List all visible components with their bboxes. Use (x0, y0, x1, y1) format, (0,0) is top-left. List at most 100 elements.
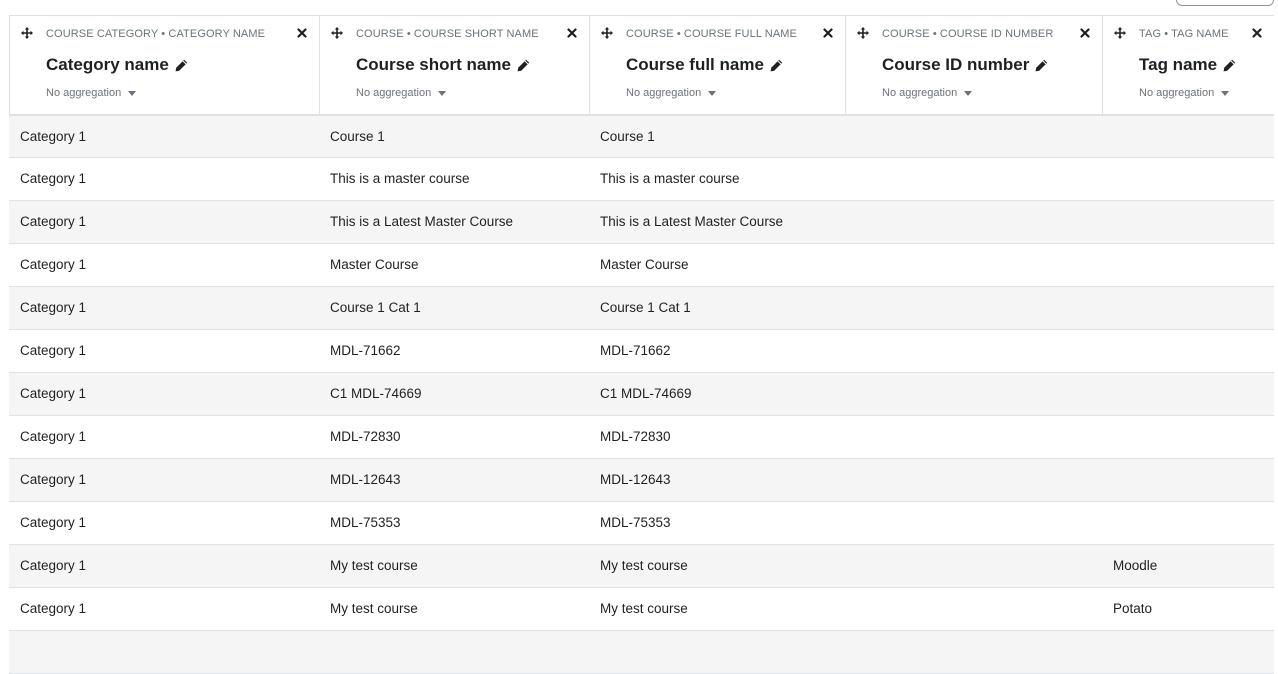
cell-course-full-name (589, 631, 845, 673)
column-header-tag-name: TAG • TAG NAME Tag name No aggregation (1102, 16, 1274, 114)
cell-category-name: Category 1 (20, 300, 87, 315)
top-right-button[interactable] (1176, 0, 1274, 6)
cell-course-short-name: C1 MDL-74669 (330, 386, 422, 401)
column-header-course-full-name: COURSE • COURSE FULL NAME Course full na… (589, 16, 845, 114)
cell-course-full-name: Course 1 Cat 1 (600, 300, 691, 315)
table-row: Category 1 Master Course Master Course (9, 244, 1274, 287)
cell-course-id-number (845, 459, 1102, 501)
cell-course-short-name: MDL-75353 (330, 515, 401, 530)
column-header-course-short-name: COURSE • COURSE SHORT NAME Course short … (319, 16, 589, 114)
column-source-label: COURSE • COURSE SHORT NAME (356, 28, 539, 40)
cell-course-id-number (845, 158, 1102, 200)
column-title-text: Course full name (626, 55, 764, 74)
table-row: Category 1 Course 1 Course 1 (9, 115, 1274, 158)
cell-tag-name (1102, 502, 1274, 544)
cell-course-id-number (845, 244, 1102, 286)
cell-category-name: Category 1 (20, 515, 87, 530)
cell-tag-name: Moodle (1113, 558, 1158, 573)
cell-course-short-name: This is a master course (330, 171, 470, 186)
close-icon[interactable] (1080, 28, 1090, 38)
aggregation-dropdown[interactable]: No aggregation (46, 87, 137, 99)
column-header-category-name: COURSE CATEGORY • CATEGORY NAME Category… (9, 16, 319, 114)
cell-tag-name (1102, 373, 1274, 415)
table-row: Category 1 This is a Latest Master Course… (9, 201, 1274, 244)
table-row: Category 1 My test course My test course Mo… (9, 545, 1274, 588)
cell-course-full-name: MDL-71662 (600, 343, 671, 358)
close-icon[interactable] (297, 28, 307, 38)
cell-tag-name (1102, 201, 1274, 243)
cell-tag-name (1102, 631, 1274, 673)
cell-course-short-name (319, 631, 589, 673)
column-title: Category name (46, 55, 188, 75)
cell-course-id-number (845, 588, 1102, 630)
column-header-course-id-number: COURSE • COURSE ID NUMBER Course ID numb… (845, 16, 1102, 114)
cell-course-id-number (845, 116, 1102, 157)
cell-course-short-name: Master Course (330, 257, 419, 272)
aggregation-dropdown[interactable]: No aggregation (882, 87, 973, 99)
cell-course-id-number (845, 545, 1102, 587)
cell-category-name: Category 1 (20, 171, 87, 186)
move-icon[interactable] (331, 27, 343, 39)
close-icon[interactable] (823, 28, 833, 38)
pencil-icon[interactable] (517, 59, 530, 72)
aggregation-label: No aggregation (1139, 87, 1215, 99)
column-source-label: COURSE CATEGORY • CATEGORY NAME (46, 28, 266, 40)
cell-course-full-name: This is a Latest Master Course (600, 214, 784, 229)
column-source-label: TAG • TAG NAME (1139, 28, 1229, 40)
cell-tag-name (1102, 158, 1274, 200)
pencil-icon[interactable] (175, 59, 188, 72)
cell-category-name: Category 1 (20, 558, 87, 573)
cell-course-id-number (845, 416, 1102, 458)
cell-tag-name (1102, 416, 1274, 458)
cell-category-name: Category 1 (20, 601, 87, 616)
cell-course-short-name: This is a Latest Master Course (330, 214, 514, 229)
caret-down-icon (708, 90, 717, 96)
cell-course-id-number (845, 502, 1102, 544)
cell-category-name: Category 1 (20, 257, 87, 272)
column-title-text: Course ID number (882, 55, 1030, 74)
pencil-icon[interactable] (1223, 59, 1236, 72)
cell-course-short-name: Course 1 (330, 129, 385, 144)
caret-down-icon (438, 90, 447, 96)
cell-course-short-name: My test course (330, 601, 418, 616)
cell-course-full-name: MDL-72830 (600, 429, 671, 444)
report-table: COURSE CATEGORY • CATEGORY NAME Category… (9, 15, 1274, 674)
cell-tag-name (1102, 116, 1274, 157)
table-row: Category 1 Course 1 Cat 1 Course 1 Cat 1 (9, 287, 1274, 330)
cell-course-full-name: My test course (600, 558, 688, 573)
cell-course-id-number (845, 373, 1102, 415)
cell-course-short-name: My test course (330, 558, 418, 573)
table-row: Category 1 C1 MDL-74669 C1 MDL-74669 (9, 373, 1274, 416)
column-title: Course short name (356, 55, 530, 75)
close-icon[interactable] (567, 28, 577, 38)
close-icon[interactable] (1252, 28, 1262, 38)
move-icon[interactable] (601, 27, 613, 39)
cell-course-short-name: Course 1 Cat 1 (330, 300, 421, 315)
aggregation-label: No aggregation (356, 87, 432, 99)
cell-course-id-number (845, 330, 1102, 372)
cell-course-full-name: This is a master course (600, 171, 740, 186)
pencil-icon[interactable] (770, 59, 783, 72)
cell-course-id-number (845, 201, 1102, 243)
column-title-text: Category name (46, 55, 169, 74)
aggregation-dropdown[interactable]: No aggregation (356, 87, 447, 99)
move-icon[interactable] (857, 27, 869, 39)
cell-category-name: Category 1 (20, 429, 87, 444)
table-body: Category 1 Course 1 Course 1 Category 1 This… (9, 115, 1274, 674)
cell-course-id-number (845, 631, 1102, 673)
cell-course-full-name: Master Course (600, 257, 689, 272)
cell-course-full-name: My test course (600, 601, 688, 616)
move-icon[interactable] (1114, 27, 1126, 39)
move-icon[interactable] (21, 27, 33, 39)
caret-down-icon (128, 90, 137, 96)
cell-course-short-name: MDL-12643 (330, 472, 401, 487)
aggregation-dropdown[interactable]: No aggregation (626, 87, 717, 99)
aggregation-label: No aggregation (46, 87, 122, 99)
aggregation-dropdown[interactable]: No aggregation (1139, 87, 1230, 99)
aggregation-label: No aggregation (626, 87, 702, 99)
cell-course-short-name: MDL-72830 (330, 429, 401, 444)
cell-course-full-name: MDL-75353 (600, 515, 671, 530)
pencil-icon[interactable] (1035, 59, 1048, 72)
table-header: COURSE CATEGORY • CATEGORY NAME Category… (9, 15, 1274, 115)
table-row: Category 1 My test course My test course Po… (9, 588, 1274, 631)
